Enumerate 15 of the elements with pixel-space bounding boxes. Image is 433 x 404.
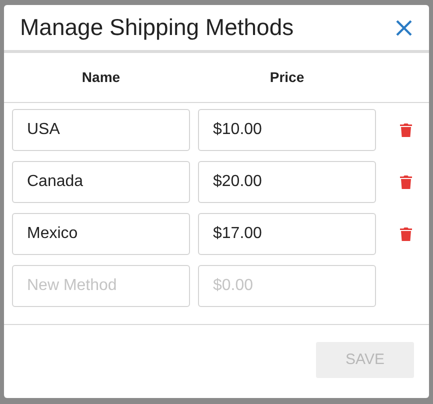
delete-icon[interactable] — [400, 123, 412, 137]
column-header: Price — [270, 68, 304, 87]
delete-icon[interactable] — [400, 175, 412, 189]
name-field[interactable]: Mexico — [12, 213, 190, 255]
name-field[interactable]: New Method — [12, 265, 190, 307]
name-field[interactable]: USA — [12, 109, 190, 151]
price-field[interactable]: $17.00 — [198, 213, 376, 255]
dialog-title: Manage Shipping Methods — [20, 13, 294, 42]
price-field[interactable]: $0.00 — [198, 265, 376, 307]
delete-icon[interactable] — [400, 227, 412, 241]
close-icon[interactable] — [395, 18, 413, 36]
price-field[interactable]: $10.00 — [198, 109, 376, 151]
price-field[interactable]: $20.00 — [198, 161, 376, 203]
name-field[interactable]: Canada — [12, 161, 190, 203]
column-header: Name — [82, 68, 120, 87]
